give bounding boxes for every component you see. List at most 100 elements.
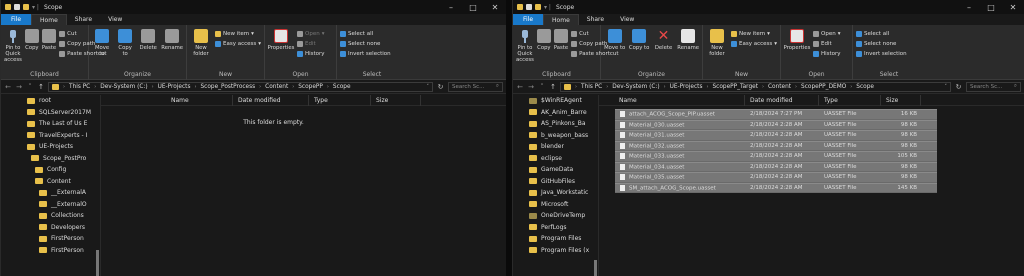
new-folder-icon[interactable] xyxy=(535,4,541,10)
nav-item[interactable]: Microsoft xyxy=(513,199,598,211)
column-name[interactable]: Name xyxy=(599,94,745,106)
select-all-button[interactable]: Select all xyxy=(856,30,907,38)
file-row[interactable]: Material_030.uasset 2/18/2024 2:28 AM UA… xyxy=(615,119,937,130)
minimize-button[interactable]: – xyxy=(958,0,980,14)
nav-item[interactable]: Scope_PostPro xyxy=(1,153,100,165)
breadcrumb-item[interactable]: Scope_PostProcess xyxy=(200,84,255,90)
nav-item[interactable]: eclipse xyxy=(513,153,598,165)
tab-share[interactable]: Share xyxy=(67,14,100,25)
breadcrumb-item[interactable]: Dev-System (C:) xyxy=(100,84,147,90)
nav-item[interactable]: Content xyxy=(1,176,100,188)
file-row[interactable]: Material_034.uasset 2/18/2024 2:28 AM UA… xyxy=(615,161,937,172)
nav-item[interactable]: GameData xyxy=(513,164,598,176)
tab-home[interactable]: Home xyxy=(543,14,579,25)
new-item-button[interactable]: New item ▾ xyxy=(214,30,261,38)
customize-quick-access-icon[interactable]: ▾ | xyxy=(544,4,551,11)
back-arrow-icon[interactable]: ← xyxy=(516,83,524,91)
edit-button[interactable]: Edit xyxy=(813,40,841,48)
nav-item[interactable]: Program Files xyxy=(513,233,598,245)
nav-item[interactable]: TravelExperts - I xyxy=(1,130,100,142)
column-name[interactable]: Name xyxy=(101,94,233,106)
column-date-modified[interactable]: Date modified xyxy=(233,94,309,106)
nav-item[interactable]: Developers xyxy=(1,222,100,234)
file-row[interactable]: SM_attach_ACOG_Scope.uasset 2/18/2024 2:… xyxy=(615,182,937,193)
column-date-modified[interactable]: Date modified xyxy=(745,94,819,106)
tab-file[interactable]: File xyxy=(513,14,544,25)
breadcrumb-item[interactable]: Content xyxy=(265,84,288,90)
nav-item[interactable]: Collections xyxy=(1,210,100,222)
edit-button[interactable]: Edit xyxy=(297,40,325,48)
breadcrumb-item[interactable]: Content xyxy=(768,84,791,90)
open-button[interactable]: Open ▾ xyxy=(297,30,325,38)
file-row[interactable]: Material_033.uasset 2/18/2024 2:28 AM UA… xyxy=(615,151,937,162)
invert-selection-button[interactable]: Invert selection xyxy=(340,50,391,58)
open-button[interactable]: Open ▾ xyxy=(813,30,841,38)
nav-item[interactable]: UE-Projects xyxy=(1,141,100,153)
customize-quick-access-icon[interactable]: ▾ | xyxy=(32,4,39,11)
nav-item[interactable]: Java_Workstatic xyxy=(513,187,598,199)
breadcrumb-item[interactable]: ScopePP_DEMO xyxy=(801,84,846,90)
nav-scrollbar[interactable] xyxy=(594,95,597,276)
properties-icon[interactable] xyxy=(526,4,532,10)
refresh-icon[interactable]: ↻ xyxy=(954,83,963,91)
breadcrumb-item[interactable]: ScopePP_Target xyxy=(712,84,757,90)
file-row[interactable]: Material_035.uasset 2/18/2024 2:28 AM UA… xyxy=(615,172,937,183)
tab-share[interactable]: Share xyxy=(579,14,612,25)
scrollbar-thumb[interactable] xyxy=(96,250,99,276)
nav-item[interactable]: blender xyxy=(513,141,598,153)
breadcrumb-item[interactable]: ScopePP xyxy=(298,84,323,90)
tab-view[interactable]: View xyxy=(612,14,642,25)
tab-view[interactable]: View xyxy=(100,14,130,25)
recent-locations-icon[interactable]: ˅ xyxy=(26,83,34,91)
history-button[interactable]: History xyxy=(813,50,841,58)
nav-item[interactable]: OneDriveTemp xyxy=(513,210,598,222)
maximize-button[interactable]: □ xyxy=(462,0,484,14)
tab-file[interactable]: File xyxy=(1,14,32,25)
file-row[interactable]: attach_ACOG_Scope_PIP.uasset 2/18/2024 7… xyxy=(615,109,937,120)
close-button[interactable]: ✕ xyxy=(1002,0,1024,14)
breadcrumb-item[interactable]: Scope xyxy=(333,84,351,90)
nav-item[interactable]: $WinREAgent xyxy=(513,95,598,107)
nav-item[interactable]: __ExternalO xyxy=(1,199,100,211)
forward-arrow-icon[interactable]: → xyxy=(15,83,23,91)
nav-item[interactable]: GitHubFiles xyxy=(513,176,598,188)
forward-arrow-icon[interactable]: → xyxy=(527,83,535,91)
select-none-button[interactable]: Select none xyxy=(340,40,391,48)
breadcrumb-item[interactable]: UE-Projects xyxy=(670,84,703,90)
column-size[interactable]: Size xyxy=(881,94,921,106)
new-folder-icon[interactable] xyxy=(23,4,29,10)
nav-item[interactable]: FirstPerson xyxy=(1,233,100,245)
breadcrumb-item[interactable]: This PC xyxy=(581,84,602,90)
address-bar[interactable]: › This PC › Dev-System (C:) › UE-Projects ›… xyxy=(48,81,433,92)
search-input[interactable]: Search Sc... ⌕ xyxy=(448,81,503,92)
history-button[interactable]: History xyxy=(297,50,325,58)
tab-home[interactable]: Home xyxy=(31,14,67,25)
file-row[interactable]: Material_031.uasset 2/18/2024 2:28 AM UA… xyxy=(615,130,937,141)
select-none-button[interactable]: Select none xyxy=(856,40,907,48)
new-item-button[interactable]: New item ▾ xyxy=(730,30,777,38)
nav-item[interactable]: AK_Anim_Barre xyxy=(513,107,598,119)
minimize-button[interactable]: – xyxy=(440,0,462,14)
file-row[interactable]: Material_032.uasset 2/18/2024 2:28 AM UA… xyxy=(615,140,937,151)
select-all-button[interactable]: Select all xyxy=(340,30,391,38)
properties-icon[interactable] xyxy=(14,4,20,10)
column-size[interactable]: Size xyxy=(371,94,421,106)
refresh-icon[interactable]: ↻ xyxy=(436,83,445,91)
nav-item[interactable]: AS_Pinkons_Ba xyxy=(513,118,598,130)
chevron-down-icon[interactable]: ˅ xyxy=(427,84,430,90)
breadcrumb-item[interactable]: Dev-System (C:) xyxy=(612,84,659,90)
nav-item[interactable]: __ExternalA xyxy=(1,187,100,199)
easy-access-button[interactable]: Easy access ▾ xyxy=(730,40,777,48)
invert-selection-button[interactable]: Invert selection xyxy=(856,50,907,58)
column-type[interactable]: Type xyxy=(309,94,371,106)
easy-access-button[interactable]: Easy access ▾ xyxy=(214,40,261,48)
recent-locations-icon[interactable]: ˅ xyxy=(538,83,546,91)
nav-item[interactable]: Config xyxy=(1,164,100,176)
column-type[interactable]: Type xyxy=(819,94,881,106)
nav-item[interactable]: root xyxy=(1,95,100,107)
maximize-button[interactable]: □ xyxy=(980,0,1002,14)
up-arrow-icon[interactable]: ↑ xyxy=(37,83,45,91)
close-button[interactable]: ✕ xyxy=(484,0,506,14)
breadcrumb-item[interactable]: UE-Projects xyxy=(158,84,191,90)
breadcrumb-item[interactable]: Scope xyxy=(856,84,874,90)
